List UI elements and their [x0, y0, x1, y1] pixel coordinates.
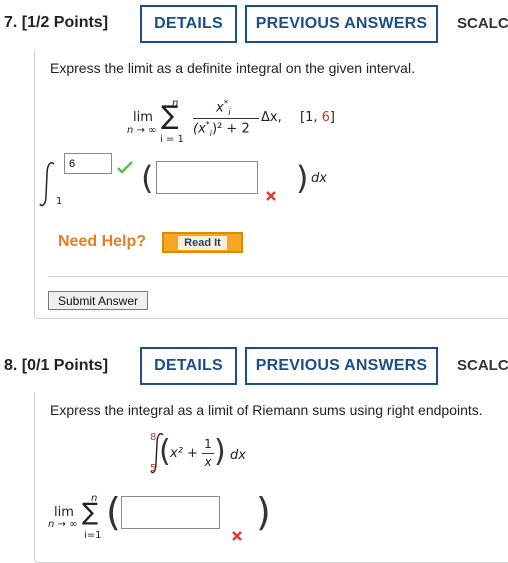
correct-check-icon	[117, 161, 133, 174]
dx-text: dx	[311, 171, 327, 186]
open-paren: (	[106, 490, 121, 534]
fraction-numerator: 1	[204, 437, 212, 451]
incorrect-x-icon	[266, 191, 276, 201]
close-paren: )	[214, 434, 226, 469]
question-title: 7. [1/2 Points]	[4, 14, 109, 31]
sigma-icon: ∑	[82, 498, 99, 526]
details-button[interactable]: DETAILS	[140, 347, 237, 385]
riemann-sum-input[interactable]	[121, 496, 220, 529]
close-paren: )	[296, 159, 309, 197]
sum-lower: i=1	[84, 530, 102, 541]
sigma-icon: ∑	[161, 101, 179, 131]
lim-subscript: n → ∞	[48, 519, 78, 530]
open-paren: (	[141, 159, 154, 197]
divider	[48, 276, 508, 277]
lim-subscript: n → ∞	[127, 125, 157, 136]
read-it-label: Read It	[178, 235, 227, 250]
source-label: SCALC	[457, 357, 508, 374]
x-squared-term: x² +	[170, 446, 198, 461]
question-7-card	[34, 50, 508, 319]
sum-lower: i = 1	[160, 134, 184, 145]
fraction-denominator: x	[204, 455, 212, 469]
upper-limit: 8	[150, 432, 157, 443]
need-help-label: Need Help?	[58, 233, 147, 250]
dx-text: dx	[230, 448, 246, 463]
previous-answers-button[interactable]: PREVIOUS ANSWERS	[245, 347, 438, 385]
close-paren: )	[256, 490, 271, 534]
lower-limit: 5	[150, 463, 157, 474]
incorrect-x-icon	[232, 531, 242, 541]
lim-text: lim	[133, 110, 153, 125]
delta-x: Δx,	[261, 110, 282, 125]
previous-answers-button[interactable]: PREVIOUS ANSWERS	[245, 5, 438, 43]
submit-answer-button[interactable]: Submit Answer	[48, 291, 148, 310]
numerator: x*i	[216, 99, 231, 118]
denominator: (x*i)² + 2	[193, 120, 250, 138]
question-prompt: Express the limit as a definite integral…	[50, 60, 415, 76]
integrand-input[interactable]	[156, 161, 258, 194]
interval: [1, 6]	[300, 110, 335, 125]
open-paren: (	[159, 434, 171, 469]
read-it-button[interactable]: Read It	[162, 232, 243, 253]
details-button[interactable]: DETAILS	[140, 5, 237, 43]
fraction-bar	[193, 118, 259, 119]
fraction-bar	[202, 453, 214, 454]
question-prompt: Express the integral as a limit of Riema…	[50, 402, 483, 418]
source-label: SCALC	[457, 15, 508, 32]
upper-limit-input[interactable]	[64, 153, 112, 174]
lower-limit: 1	[56, 196, 63, 207]
question-title: 8. [0/1 Points]	[4, 357, 109, 374]
lim-text: lim	[54, 505, 74, 520]
